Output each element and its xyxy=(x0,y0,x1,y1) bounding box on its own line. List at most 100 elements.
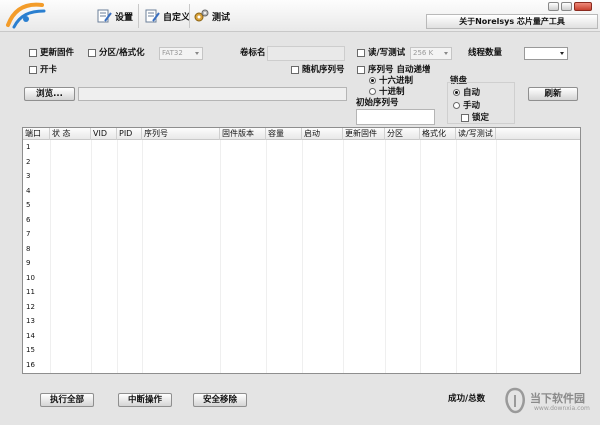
thread-count-select[interactable] xyxy=(524,47,568,60)
random-serial-label: 随机序列号 xyxy=(302,65,345,75)
title-bar: 设置 自定义 测试 关于Norelsys 芯片量产工具 xyxy=(0,0,600,32)
toolbar-separator xyxy=(189,4,190,28)
column-header[interactable]: 容量 xyxy=(266,128,302,140)
settings-doc-icon xyxy=(97,9,112,23)
abort-button[interactable]: 中断操作 xyxy=(118,393,172,407)
table-row[interactable]: 1 xyxy=(23,141,580,156)
port-number: 5 xyxy=(26,201,31,209)
watermark: 当下软件园 www.downxia.com xyxy=(492,385,600,421)
gears-icon xyxy=(194,9,209,22)
port-number: 11 xyxy=(26,288,35,296)
update-firmware-label: 更新固件 xyxy=(40,48,75,58)
dec-radio[interactable] xyxy=(369,88,376,95)
column-header[interactable]: 端口 xyxy=(23,128,50,140)
refresh-button[interactable]: 刷新 xyxy=(528,87,578,101)
update-firmware-checkbox[interactable] xyxy=(29,49,37,57)
serial-auto-inc-label: 序列号 自动递增 xyxy=(368,65,431,75)
volume-label-label: 卷标名 xyxy=(240,48,266,58)
column-header[interactable]: 格式化 xyxy=(420,128,456,140)
table-row[interactable]: 15 xyxy=(23,344,580,359)
success-total-label: 成功/总数 xyxy=(448,394,486,404)
watermark-url: www.downxia.com xyxy=(534,405,590,412)
port-number: 3 xyxy=(26,172,31,180)
table-row[interactable]: 4 xyxy=(23,185,580,200)
port-number: 1 xyxy=(26,143,31,151)
lock-manual-radio[interactable] xyxy=(453,102,460,109)
table-row[interactable]: 10 xyxy=(23,272,580,287)
initial-serial-label: 初始序列号 xyxy=(356,98,399,108)
port-number: 15 xyxy=(26,346,35,354)
lock-checkbox-label: 锁定 xyxy=(472,113,490,123)
toolbar-settings-label: 设置 xyxy=(115,12,134,23)
lock-auto-radio[interactable] xyxy=(453,89,460,96)
port-number: 7 xyxy=(26,230,31,238)
table-row[interactable]: 7 xyxy=(23,228,580,243)
table-row[interactable]: 11 xyxy=(23,286,580,301)
volume-label-input[interactable] xyxy=(267,46,345,61)
toolbar-test[interactable]: 测试 xyxy=(193,7,230,25)
rw-test-label: 读/写测试 xyxy=(368,48,406,58)
table-row[interactable]: 6 xyxy=(23,214,580,229)
table-row[interactable]: 8 xyxy=(23,243,580,258)
serial-auto-inc-checkbox[interactable] xyxy=(357,66,365,74)
rw-size-select[interactable]: 256 K xyxy=(410,47,452,60)
column-header[interactable]: 启动 xyxy=(302,128,343,140)
about-title[interactable]: 关于Norelsys 芯片量产工具 xyxy=(426,14,598,29)
port-number: 10 xyxy=(26,273,35,282)
app-logo-icon xyxy=(6,2,46,29)
table-row[interactable]: 13 xyxy=(23,315,580,330)
column-header[interactable]: VID xyxy=(91,128,117,140)
chevron-down-icon xyxy=(560,52,564,55)
rw-size-select-value: 256 K xyxy=(413,49,434,57)
chevron-down-icon xyxy=(195,52,199,55)
open-card-checkbox[interactable] xyxy=(29,66,37,74)
column-header[interactable]: 读/写测试 xyxy=(456,128,496,140)
table-row[interactable]: 9 xyxy=(23,257,580,272)
port-number: 9 xyxy=(26,259,31,267)
toolbar-custom[interactable]: 自定义 xyxy=(144,7,190,25)
safe-remove-button[interactable]: 安全移除 xyxy=(193,393,247,407)
port-number: 16 xyxy=(26,360,35,369)
port-table[interactable]: 端口 状 态 VID PID 序列号 固件版本 容量 启动 更新固件 分区 格式… xyxy=(22,127,581,374)
port-number: 13 xyxy=(26,317,35,325)
lock-auto-label: 自动 xyxy=(463,88,481,98)
column-header[interactable]: PID xyxy=(117,128,142,140)
column-header[interactable]: 状 态 xyxy=(50,128,91,140)
table-row[interactable]: 16 xyxy=(23,359,580,374)
table-row[interactable]: 2 xyxy=(23,156,580,171)
maximize-button[interactable] xyxy=(561,2,572,11)
run-all-button[interactable]: 执行全部 xyxy=(40,393,94,407)
port-number: 6 xyxy=(26,215,31,224)
column-header[interactable]: 序列号 xyxy=(142,128,220,140)
partition-format-checkbox[interactable] xyxy=(88,49,96,57)
port-number: 12 xyxy=(26,302,35,311)
column-header[interactable]: 更新固件 xyxy=(343,128,385,140)
column-header[interactable]: 分区 xyxy=(385,128,420,140)
column-header[interactable]: 固件版本 xyxy=(220,128,266,140)
random-serial-checkbox[interactable] xyxy=(291,66,299,74)
dec-label: 十进制 xyxy=(379,87,405,97)
port-number: 2 xyxy=(26,157,31,166)
table-row[interactable]: 3 xyxy=(23,170,580,185)
firmware-path-input[interactable] xyxy=(78,87,347,101)
table-header: 端口 状 态 VID PID 序列号 固件版本 容量 启动 更新固件 分区 格式… xyxy=(23,128,580,140)
hex-radio[interactable] xyxy=(369,77,376,84)
toolbar-settings[interactable]: 设置 xyxy=(96,7,133,25)
table-row[interactable]: 14 xyxy=(23,330,580,345)
table-row[interactable]: 12 xyxy=(23,301,580,316)
rw-test-checkbox[interactable] xyxy=(357,49,365,57)
toolbar-test-label: 测试 xyxy=(212,12,231,23)
chevron-down-icon xyxy=(444,52,448,55)
custom-doc-icon xyxy=(145,9,160,23)
port-number: 14 xyxy=(26,331,35,340)
minimize-button[interactable] xyxy=(548,2,559,11)
table-row[interactable]: 5 xyxy=(23,199,580,214)
browse-button[interactable]: 浏览... xyxy=(24,87,75,101)
lock-checkbox[interactable] xyxy=(461,114,469,122)
thread-count-label: 线程数量 xyxy=(468,48,503,58)
lock-manual-label: 手动 xyxy=(463,101,481,111)
filesystem-select-value: FAT32 xyxy=(162,49,183,57)
close-button[interactable] xyxy=(574,2,592,11)
initial-serial-input[interactable] xyxy=(356,109,435,125)
filesystem-select[interactable]: FAT32 xyxy=(159,47,203,60)
